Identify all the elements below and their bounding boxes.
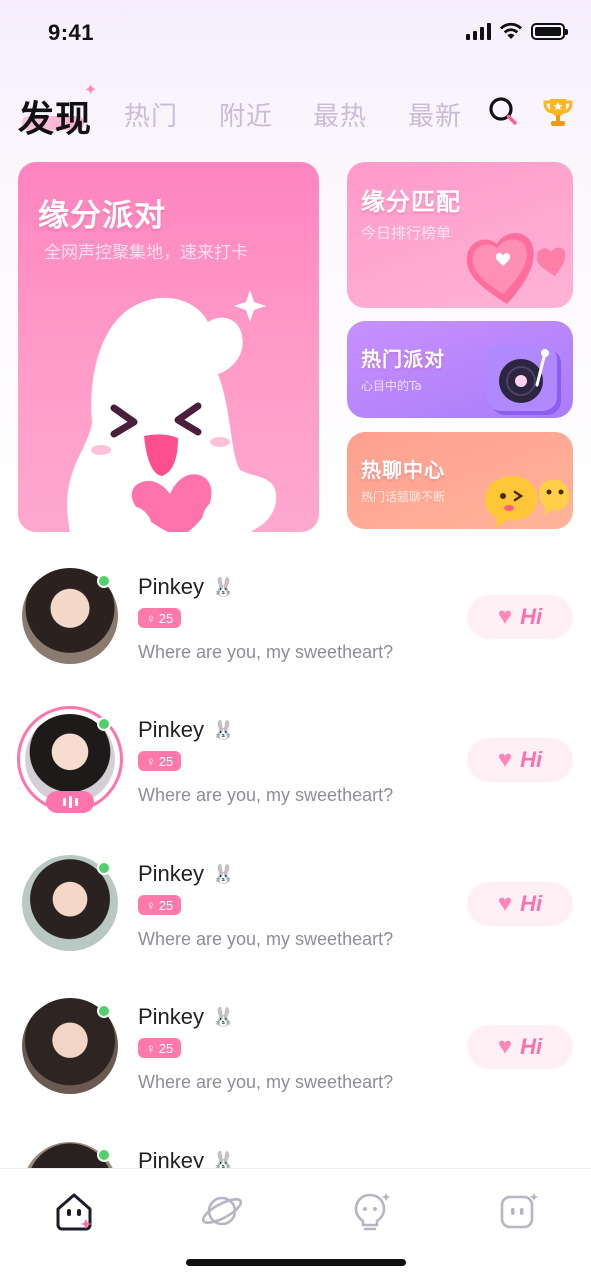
list-item[interactable]: Pinkey 🐰 ♀ 25 Where are you, my sweethea… — [0, 980, 591, 1110]
sparkle-icon: ✦ — [84, 82, 98, 99]
tab-nearby[interactable]: 附近 — [219, 96, 273, 133]
say-hi-label: Hi — [520, 747, 543, 772]
user-name-row: Pinkey 🐰 — [138, 574, 234, 600]
user-message: Where are you, my sweetheart? — [138, 1072, 394, 1092]
hot-party-card[interactable]: 热门派对 心目中的Ta — [347, 321, 573, 418]
tab-hot[interactable]: 热门 — [124, 96, 178, 133]
online-status-dot — [97, 717, 111, 731]
chat-center-card-title: 热聊中心 — [361, 458, 445, 482]
battery-icon — [531, 22, 568, 40]
say-hi-label: Hi — [520, 891, 543, 916]
say-hi-label: Hi — [520, 1034, 543, 1059]
age-value: 25 — [158, 610, 174, 626]
tab-hottest[interactable]: 最热 — [313, 96, 367, 133]
chat-center-card-subtitle: 热门话题聊不断 — [361, 490, 446, 504]
user-name-row: Pinkey 🐰 — [138, 1148, 234, 1168]
party-card-subtitle: 全网声控聚集地，速来打卡 — [44, 243, 248, 263]
wifi-icon — [500, 22, 522, 39]
bunny-icon: 🐰 — [212, 863, 235, 884]
say-hi-button[interactable]: ♥ Hi — [467, 1025, 573, 1069]
chat-center-card[interactable]: 热聊中心 热门话题聊不断 — [347, 432, 573, 529]
user-name-row: Pinkey 🐰 — [138, 861, 234, 887]
trophy-icon[interactable] — [540, 94, 576, 130]
list-item[interactable]: Pinkey 🐰 ♀ 25 Where are you, my sweethea… — [0, 693, 591, 823]
online-status-dot — [97, 1004, 111, 1018]
online-status-dot — [97, 1148, 111, 1162]
age-value: 25 — [158, 897, 174, 913]
cellular-signal-icon — [466, 22, 491, 40]
gender-age-badge: ♀ 25 — [138, 895, 182, 915]
online-status-dot — [97, 861, 111, 875]
list-item[interactable]: Pinkey 🐰 — [0, 1124, 591, 1168]
status-bar: 9:41 — [0, 0, 591, 70]
bulb-icon[interactable] — [348, 1189, 392, 1233]
search-icon[interactable] — [486, 94, 522, 130]
female-icon: ♀ — [146, 610, 156, 626]
female-icon: ♀ — [146, 753, 156, 769]
ghost-mascot-icon — [67, 290, 277, 532]
heart-icon: ♥ — [497, 890, 513, 917]
user-name: Pinkey — [138, 574, 205, 599]
say-hi-label: Hi — [520, 604, 543, 629]
heart-icon: ♥ — [497, 746, 513, 773]
hearts-icon — [466, 233, 566, 304]
live-audio-badge — [46, 791, 94, 813]
list-item[interactable]: Pinkey 🐰 ♀ 25 Where are you, my sweethea… — [0, 837, 591, 967]
age-value: 25 — [158, 1040, 174, 1056]
match-card[interactable]: 缘分匹配 今日排行榜单 — [347, 162, 573, 308]
match-card-title: 缘分匹配 — [361, 188, 461, 216]
hot-party-card-title: 热门派对 — [361, 347, 445, 371]
user-name-row: Pinkey 🐰 — [138, 717, 234, 743]
user-message: Where are you, my sweetheart? — [138, 642, 394, 662]
heart-icon: ♥ — [497, 1033, 513, 1060]
bunny-icon: 🐰 — [212, 719, 235, 740]
user-name-row: Pinkey 🐰 — [138, 1004, 234, 1030]
gender-age-badge: ♀ 25 — [138, 608, 182, 628]
top-nav: 发现 ✦ 热门 附近 最热 最新 — [0, 80, 591, 150]
chat-icon[interactable] — [496, 1189, 540, 1233]
bunny-icon: 🐰 — [212, 576, 235, 597]
tab-newest[interactable]: 最新 — [408, 96, 462, 133]
user-name: Pinkey — [138, 1148, 205, 1168]
hot-party-card-subtitle: 心目中的Ta — [361, 379, 422, 393]
bunny-icon: 🐰 — [212, 1150, 235, 1169]
female-icon: ♀ — [146, 897, 156, 913]
list-item[interactable]: Pinkey 🐰 ♀ 25 Where are you, my sweethea… — [0, 550, 591, 680]
status-time: 9:41 — [48, 20, 95, 45]
status-icons — [466, 22, 568, 40]
bunny-icon: 🐰 — [212, 1006, 235, 1027]
user-name: Pinkey — [138, 861, 205, 886]
user-message: Where are you, my sweetheart? — [138, 929, 394, 949]
home-indicator — [186, 1259, 406, 1266]
user-name: Pinkey — [138, 1004, 205, 1029]
heart-icon: ♥ — [497, 603, 513, 630]
tab-discover[interactable]: 发现 — [18, 90, 92, 142]
online-status-dot — [97, 574, 111, 588]
planet-icon[interactable] — [200, 1189, 244, 1233]
record-player-icon — [487, 345, 561, 415]
home-icon[interactable] — [52, 1189, 96, 1233]
say-hi-button[interactable]: ♥ Hi — [467, 882, 573, 926]
party-card-title: 缘分派对 — [38, 198, 166, 234]
user-message: Where are you, my sweetheart? — [138, 785, 394, 805]
match-card-subtitle: 今日排行榜单 — [361, 224, 452, 242]
age-value: 25 — [158, 753, 174, 769]
say-hi-button[interactable]: ♥ Hi — [467, 595, 573, 639]
user-name: Pinkey — [138, 717, 205, 742]
gender-age-badge: ♀ 25 — [138, 751, 182, 771]
gender-age-badge: ♀ 25 — [138, 1038, 182, 1058]
female-icon: ♀ — [146, 1040, 156, 1056]
party-card[interactable]: 缘分派对 全网声控聚集地，速来打卡 — [18, 162, 319, 532]
say-hi-button[interactable]: ♥ Hi — [467, 738, 573, 782]
emoji-bubbles-icon — [485, 476, 570, 528]
